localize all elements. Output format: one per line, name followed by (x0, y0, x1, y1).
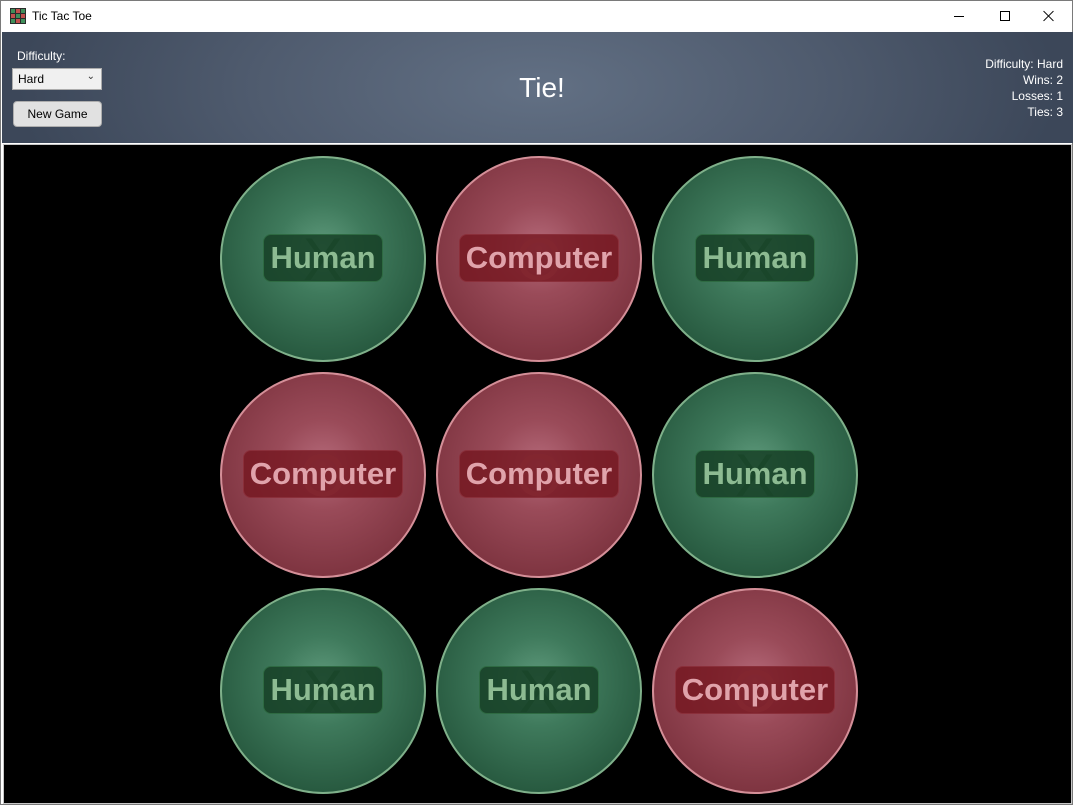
cell-owner-label: Computer (459, 450, 619, 498)
header-panel: Difficulty: Hard ⌄ New Game Tie! Difficu… (2, 32, 1073, 143)
stats-losses: Losses: 1 (1011, 89, 1063, 103)
board-cell-8[interactable]: X Human (436, 588, 642, 794)
board-cell-9[interactable]: O Computer (652, 588, 858, 794)
stats-panel: Difficulty: Hard Wins: 2 Losses: 1 Ties:… (985, 56, 1063, 120)
maximize-icon (1000, 11, 1010, 21)
game-status: Tie! (519, 72, 565, 103)
cell-owner-label: Human (479, 666, 599, 714)
game-board: X Human O Computer X Human O Computer O … (3, 144, 1072, 804)
board-cell-4[interactable]: O Computer (220, 372, 426, 578)
board-cell-1[interactable]: X Human (220, 156, 426, 362)
maximize-button[interactable] (982, 1, 1028, 31)
cell-owner-label: Computer (459, 234, 619, 282)
difficulty-selected-value: Hard (18, 72, 45, 86)
cell-owner-label: Computer (675, 666, 835, 714)
cell-owner-label: Human (263, 666, 383, 714)
stats-wins: Wins: 2 (1022, 73, 1063, 87)
close-icon (1043, 10, 1055, 22)
difficulty-select[interactable]: Hard ⌄ (12, 68, 102, 90)
minimize-icon (954, 15, 964, 17)
chevron-down-icon: ⌄ (86, 71, 95, 82)
cell-owner-label: Computer (243, 450, 403, 498)
close-button[interactable] (1026, 1, 1072, 31)
app-icon (10, 8, 26, 24)
cell-owner-label: Human (695, 450, 815, 498)
app-window: Tic Tac Toe Difficulty: Hard ⌄ New Game … (0, 0, 1073, 805)
title-bar[interactable]: Tic Tac Toe (1, 1, 1072, 31)
stats-ties: Ties: 3 (1027, 105, 1063, 119)
stats-difficulty: Difficulty: Hard (985, 57, 1063, 71)
difficulty-label: Difficulty: (17, 49, 66, 63)
cell-owner-label: Human (263, 234, 383, 282)
new-game-button[interactable]: New Game (13, 101, 102, 127)
board-cell-5[interactable]: O Computer (436, 372, 642, 578)
minimize-button[interactable] (936, 1, 982, 31)
board-cell-7[interactable]: X Human (220, 588, 426, 794)
cell-owner-label: Human (695, 234, 815, 282)
board-cell-2[interactable]: O Computer (436, 156, 642, 362)
window-title: Tic Tac Toe (32, 9, 92, 23)
board-cell-3[interactable]: X Human (652, 156, 858, 362)
board-cell-6[interactable]: X Human (652, 372, 858, 578)
